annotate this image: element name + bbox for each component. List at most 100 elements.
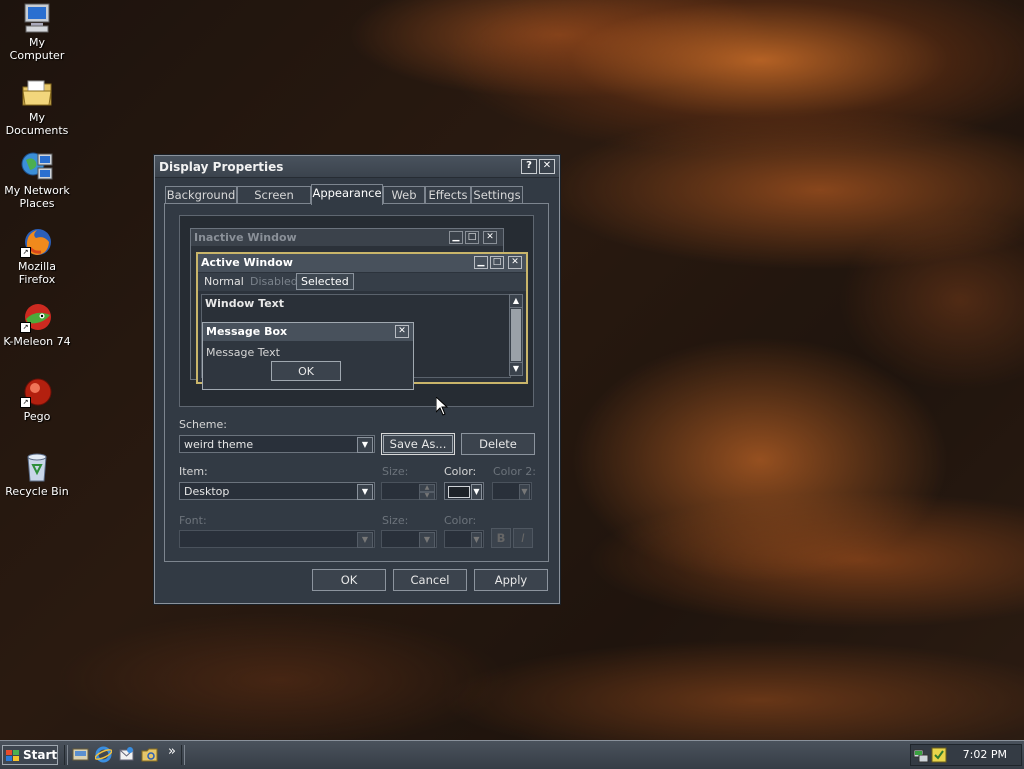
font-label: Font: (179, 514, 207, 527)
network-icon (20, 150, 54, 182)
preview-scrollbar: ▲ ▼ (509, 294, 523, 376)
start-label: Start (23, 748, 58, 762)
desktop-icon-k-meleon[interactable]: ↗ K-Meleon 74 (0, 301, 74, 348)
color-swatch (448, 486, 470, 498)
scheme-value: weird theme (184, 438, 254, 451)
item-select[interactable]: Desktop ▼ (179, 482, 375, 500)
chevron-down-icon: ▼ (519, 484, 530, 500)
maximize-icon: □ (465, 231, 479, 244)
font-select[interactable]: ▼ (179, 530, 375, 548)
kmeleon-icon: ↗ (20, 301, 54, 333)
network-tray-icon[interactable] (913, 747, 929, 763)
show-desktop-icon[interactable] (72, 746, 89, 763)
outlook-icon[interactable] (118, 746, 135, 763)
desktop-icon-my-documents[interactable]: My Documents (0, 77, 74, 137)
cancel-button[interactable]: Cancel (393, 569, 467, 591)
scroll-up-icon: ▲ (510, 295, 522, 308)
desktop-icon-mozilla-firefox[interactable]: ↗ Mozilla Firefox (0, 226, 74, 286)
message-ok-button: OK (271, 361, 341, 381)
close-icon: ✕ (483, 231, 497, 244)
desktop-icon-recycle-bin[interactable]: Recycle Bin (0, 451, 74, 498)
tab-web[interactable]: Web (383, 186, 425, 204)
font-size-select[interactable]: ▼ (381, 530, 437, 548)
item-color-picker[interactable]: ▼ (444, 482, 484, 500)
menu-selected: Selected (296, 273, 354, 290)
scheme-label: Scheme: (179, 418, 227, 431)
chevron-down-icon: ▼ (357, 437, 373, 453)
pego-icon: ↗ (20, 376, 54, 408)
font-color-picker[interactable]: ▼ (444, 530, 484, 548)
scheme-select[interactable]: weird theme ▼ (179, 435, 375, 453)
taskbar: Start » 7:02 PM (0, 740, 1024, 769)
chevron-down-icon: ▼ (357, 532, 373, 548)
desktop-icon-my-network-places[interactable]: My Network Places (0, 150, 74, 210)
folder-icon (20, 77, 54, 109)
desktop-icon-pego[interactable]: ↗ Pego (0, 376, 74, 423)
taskbar-separator (64, 745, 68, 765)
item-label: Item: (179, 465, 208, 478)
message-text: Message Text (206, 346, 280, 359)
appearance-preview[interactable]: Inactive Window ▁ □ ✕ Active Window ▁ □ … (179, 215, 534, 407)
chevron-down-icon: ▼ (357, 484, 373, 500)
desktop-icon-label: My Documents (5, 111, 69, 137)
item-size-spinner[interactable]: ▲ ▼ (381, 482, 437, 500)
window-text: Window Text (205, 297, 285, 310)
appearance-panel: Inactive Window ▁ □ ✕ Active Window ▁ □ … (164, 203, 549, 562)
chevron-down-icon: ▼ (419, 532, 435, 548)
item-color-label: Color: (444, 465, 477, 478)
app-tray-icon[interactable] (931, 747, 947, 763)
desktop-icon-label: My Computer (9, 36, 65, 62)
explorer-icon[interactable] (141, 746, 158, 763)
bold-button[interactable]: B (491, 528, 511, 548)
menu-normal: Normal (204, 275, 244, 288)
tab-screen-saver[interactable]: Screen Saver (237, 186, 311, 218)
minimize-icon: ▁ (474, 256, 488, 269)
message-box-title: Message Box (206, 325, 288, 338)
inactive-window-title: Inactive Window (194, 231, 297, 244)
taskbar-separator (181, 745, 185, 765)
shortcut-arrow-icon: ↗ (20, 247, 31, 258)
close-icon: ✕ (395, 325, 409, 338)
spin-up-icon: ▲ (419, 484, 435, 492)
italic-button[interactable]: I (513, 528, 533, 548)
shortcut-arrow-icon: ↗ (20, 397, 31, 408)
delete-button[interactable]: Delete (461, 433, 535, 455)
clock[interactable]: 7:02 PM (963, 748, 1007, 761)
dialog-titlebar[interactable]: Display Properties ? ✕ (155, 156, 559, 178)
desktop-icon-label: My Network Places (4, 184, 70, 210)
system-tray: 7:02 PM (910, 744, 1022, 766)
item-color2-label: Color 2: (493, 465, 536, 478)
message-box-preview: Message Box ✕ Message Text OK (202, 322, 414, 390)
active-window-title: Active Window (201, 256, 293, 269)
ok-button[interactable]: OK (312, 569, 386, 591)
spin-down-icon: ▼ (419, 492, 435, 500)
desktop-icon-label: Mozilla Firefox (18, 260, 56, 286)
apply-button[interactable]: Apply (474, 569, 548, 591)
computer-icon (20, 2, 54, 34)
start-button[interactable]: Start (2, 745, 58, 765)
item-value: Desktop (184, 485, 230, 498)
chevron-down-icon: ▼ (471, 484, 482, 500)
save-as-button[interactable]: Save As... (381, 433, 455, 455)
windows-logo-icon (6, 749, 19, 761)
desktop-icon-label: K-Meleon 74 (3, 335, 71, 348)
scroll-down-icon: ▼ (510, 362, 522, 375)
item-color2-picker[interactable]: ▼ (492, 482, 532, 500)
ie-icon[interactable] (94, 746, 113, 763)
desktop-icon-label: Pego (23, 410, 51, 423)
maximize-icon: □ (490, 256, 504, 269)
tab-settings[interactable]: Settings (471, 186, 523, 204)
dialog-title: Display Properties (159, 160, 284, 174)
tab-background[interactable]: Background (165, 186, 237, 204)
shortcut-arrow-icon: ↗ (20, 322, 31, 333)
quicklaunch-chevron[interactable]: » (168, 744, 176, 759)
help-button[interactable]: ? (521, 159, 537, 174)
recycle-bin-icon (20, 451, 54, 483)
scroll-thumb (511, 309, 521, 361)
close-icon: ✕ (508, 256, 522, 269)
tab-appearance[interactable]: Appearance (311, 184, 383, 205)
close-button[interactable]: ✕ (539, 159, 555, 174)
font-color-label: Color: (444, 514, 477, 527)
tab-effects[interactable]: Effects (425, 186, 471, 204)
desktop-icon-my-computer[interactable]: My Computer (0, 2, 74, 62)
